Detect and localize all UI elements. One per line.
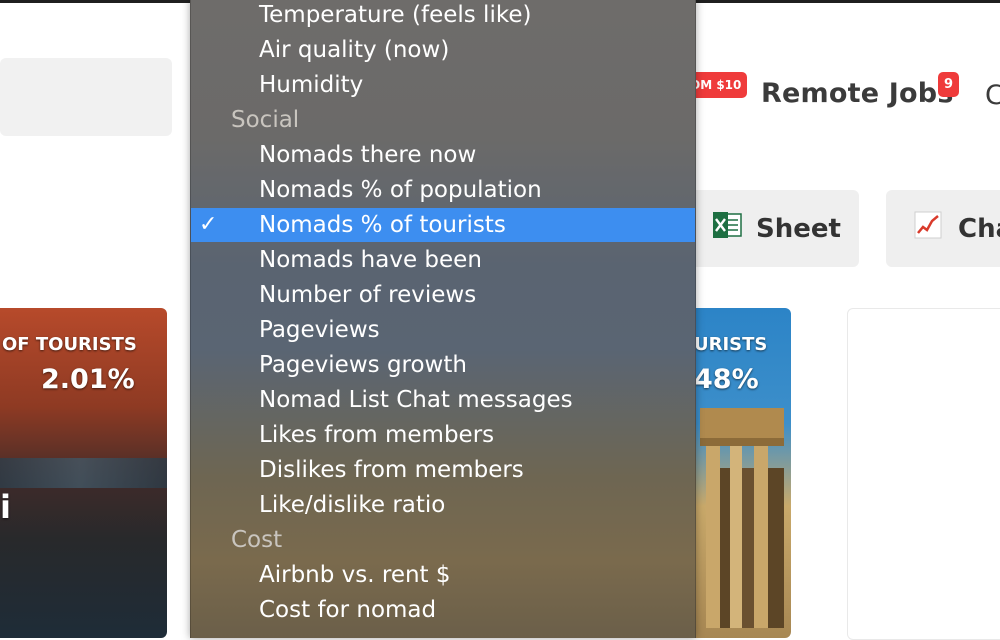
menu-section-header: Social [231,107,300,133]
card-metric-label-right: URISTS [694,334,768,355]
menu-item[interactable]: Nomad List Chat messages [191,383,695,417]
city-card-empty[interactable] [847,308,1000,640]
excel-sheet-icon [712,211,742,246]
chart-icon [914,211,942,246]
menu-item[interactable]: Humidity [191,68,695,102]
nav-link-cut-off[interactable]: C [985,80,1000,111]
sheet-button-label: Sheet [756,213,841,244]
search-input[interactable] [0,58,172,136]
menu-item[interactable]: Like/dislike ratio [191,488,695,522]
card-metric-value-right: 48% [694,364,759,395]
menu-item[interactable]: Dislikes from members [191,453,695,487]
menu-item[interactable]: Airbnb vs. rent $ [191,558,695,592]
menu-item[interactable]: Pageviews [191,313,695,347]
card-metric-value: 2.01% [41,364,135,395]
chart-button[interactable]: Cha [886,190,1000,267]
menu-item[interactable]: Pageviews growth [191,348,695,382]
menu-item[interactable]: Nomads % of population [191,173,695,207]
checkmark-icon: ✓ [199,212,218,237]
menu-item[interactable]: Nomads have been [191,243,695,277]
city-card-left[interactable] [0,308,167,638]
sheet-button[interactable]: Sheet [682,190,859,267]
menu-item[interactable]: Temperature (feels like) [191,0,695,32]
card-metric-label: OF TOURISTS [2,334,137,355]
menu-item[interactable]: Air quality (now) [191,33,695,67]
card-image-wave [0,458,167,488]
sort-dropdown-menu[interactable]: Temperature (feels like) Air quality (no… [190,0,696,638]
city-name-fragment: i [0,488,11,526]
landmark-gate-image [700,408,784,628]
remote-jobs-count-badge: 9 [938,72,959,97]
menu-item[interactable]: Nomads there now [191,138,695,172]
menu-section-header: Cost [231,527,283,553]
menu-item[interactable]: Number of reviews [191,278,695,312]
chart-button-label: Cha [958,213,1000,244]
remote-jobs-link[interactable]: Remote Jobs [761,78,954,109]
menu-item[interactable]: Cost for nomad [191,593,695,627]
menu-item-selected[interactable]: ✓ Nomads % of tourists [191,208,695,242]
menu-item[interactable]: Likes from members [191,418,695,452]
